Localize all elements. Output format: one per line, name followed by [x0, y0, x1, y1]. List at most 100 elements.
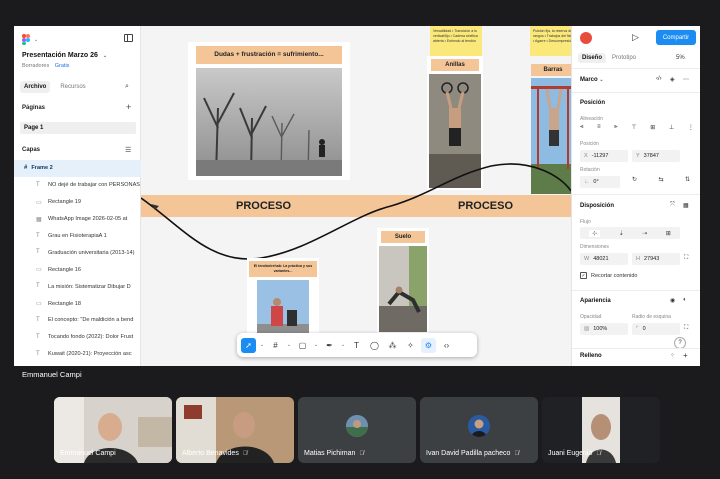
text-tool-button[interactable]: T [349, 338, 364, 353]
tab-file[interactable]: Archivo [20, 81, 51, 93]
add-fill-icon[interactable]: + [683, 351, 688, 360]
flow-freeform-icon[interactable]: ⊹ [589, 229, 601, 237]
document-title[interactable]: Presentación Marzo 26 ⌄ [22, 52, 107, 59]
align-center-h-icon[interactable]: ≡ [597, 124, 601, 134]
tab-prototype[interactable]: Prototipo [612, 55, 636, 61]
participant-tile[interactable]: Ivan David Padilla pacheco 🎙̸ [420, 397, 538, 463]
tab-assets[interactable]: Recursos [56, 81, 89, 93]
pen-tool-button[interactable]: ✒ [322, 338, 337, 353]
eye-icon[interactable]: ◉ [670, 297, 675, 304]
participant-tile[interactable]: Matias Pichiman 🎙̸ [298, 397, 416, 463]
layer-item[interactable]: # Frame 2 [14, 160, 141, 177]
clip-content-row[interactable]: ✓ Recortar contenido [580, 272, 637, 279]
figma-logo-icon [22, 34, 30, 45]
grid-layout-icon[interactable]: ▦ [683, 202, 689, 209]
layer-item[interactable]: ▦ WhatsApp Image 2026-02-05 at [14, 211, 141, 228]
slide-card-floor[interactable]: Suelo [377, 228, 429, 334]
rotation-field[interactable]: ∟ 0° [580, 176, 620, 188]
layer-item[interactable]: T Kuwait (2020-21): Proyección asc [14, 346, 141, 363]
width-field[interactable]: W 48021 [580, 253, 628, 265]
auto-layout-icon[interactable]: ⤧ [670, 202, 675, 209]
checkbox-checked-icon[interactable]: ✓ [580, 272, 587, 279]
move-tool-button[interactable]: ➚ [241, 337, 256, 353]
constraints-icon[interactable]: ⛶ [684, 255, 688, 262]
user-avatar[interactable] [580, 32, 592, 44]
zoom-level[interactable]: 5% [676, 55, 685, 61]
rectangle-icon: ▢ [298, 340, 307, 350]
presenter-name: Emmanuel Campi [22, 370, 82, 379]
layers-list: # Frame 2 T NO dejé de trabajar con PERSON… [14, 160, 141, 363]
pen-icon: ✒ [326, 340, 333, 350]
corner-radius-field[interactable]: ⌜ 0 [632, 323, 680, 335]
frame-tool-button[interactable]: # [268, 338, 283, 353]
chevron-down-icon[interactable]: ⌄ [313, 338, 319, 353]
element-name[interactable]: Marco ⌄ [580, 77, 604, 83]
more-icon[interactable]: ⋯ [683, 76, 689, 83]
align-center-v-icon[interactable]: ⊞ [650, 124, 655, 134]
actions-tool-button[interactable]: ⁂ [385, 338, 400, 353]
styles-icon[interactable]: ⁘ [670, 352, 675, 359]
dev-mode-button[interactable]: ‹› [439, 338, 454, 353]
x-position-field[interactable]: X -11297 [580, 150, 628, 162]
comment-tool-button[interactable]: ◯ [367, 338, 382, 353]
participant-name: Ivan David Padilla pacheco 🎙̸ [426, 450, 519, 457]
layer-item[interactable]: ▭ Rectangle 18 [14, 295, 141, 312]
main-menu[interactable]: ⌄ [22, 34, 38, 45]
participant-tile[interactable]: Emmanuel Campi [54, 397, 172, 463]
drafts-label[interactable]: Borradores [22, 63, 49, 69]
align-right-icon[interactable]: ⫸ [614, 124, 617, 134]
rotation-value: 0° [593, 179, 599, 185]
design-mode-button[interactable]: ⚙ [421, 337, 436, 353]
layer-label: WhatsApp Image 2026-02-05 at [48, 216, 128, 223]
ai-tool-button[interactable]: ✧ [403, 338, 418, 353]
flip-vertical-icon[interactable]: ⇅ [685, 176, 690, 188]
tab-design[interactable]: Diseño [578, 53, 607, 63]
flow-vertical-icon[interactable]: ⇣ [619, 230, 624, 237]
y-position-field[interactable]: Y 37847 [632, 150, 680, 162]
layer-item[interactable]: ▭ Rectangle 19 [14, 194, 141, 211]
distribute-icon[interactable]: ⋮ [688, 124, 694, 134]
flow-horizontal-icon[interactable]: ⇢ [642, 230, 647, 237]
flow-grid-icon[interactable]: ⊞ [666, 230, 671, 237]
chevron-down-icon[interactable]: ⌄ [286, 338, 292, 353]
align-top-icon[interactable]: ⊤ [631, 124, 636, 134]
play-icon[interactable]: ▷ [632, 32, 639, 43]
card-label: El tendón/rehab: La práctica y sus varia… [249, 261, 317, 277]
align-bottom-icon[interactable]: ⊥ [669, 124, 674, 134]
opacity-field[interactable]: ▧ 100% [580, 323, 628, 335]
chevron-down-icon[interactable]: ⌄ [259, 338, 265, 353]
layer-item[interactable]: T Graduación universitaria (2013-14) [14, 244, 141, 261]
add-page-icon[interactable]: + [126, 102, 131, 112]
layers-options-icon[interactable]: ☰ [125, 146, 131, 154]
participant-name-text: Emmanuel Campi [60, 450, 116, 457]
layer-item[interactable]: T El concepto: "De maldición a bend [14, 312, 141, 329]
rectangle-tool-button[interactable]: ▢ [295, 338, 310, 353]
design-canvas[interactable]: Dudas + frustración = sufrimiento... Ver… [141, 26, 571, 366]
layer-item[interactable]: T Tocando fondo (2022): Dolor Frust [14, 329, 141, 346]
participant-tile[interactable]: Alberto Benavides 🎙̸ [176, 397, 294, 463]
floor-training-photo [379, 246, 427, 332]
layer-item[interactable]: T Grau en FisioterapiaA 1 [14, 228, 141, 245]
chevron-down-icon[interactable]: ⌄ [340, 338, 346, 353]
layer-item[interactable]: T NO dejé de trabajar con PERSONAS [14, 177, 141, 194]
rotate-icon[interactable]: ↻ [632, 176, 637, 188]
layer-label: Rectangle 18 [48, 300, 81, 307]
search-icon[interactable]: ⌕ [125, 83, 129, 91]
text-icon: T [36, 249, 40, 256]
toggle-sidebar-icon[interactable] [124, 34, 133, 42]
height-field[interactable]: H 27943 [632, 253, 680, 265]
share-button[interactable]: Compartir [656, 30, 696, 45]
layer-item[interactable]: ▭ Rectangle 16 [14, 261, 141, 278]
independent-corners-icon[interactable]: ⛶ [684, 325, 688, 332]
participant-tile[interactable]: Juani Eugenio 🎙̸ [542, 397, 660, 463]
code-icon[interactable]: ‹/› [656, 76, 662, 82]
component-icon[interactable]: ◈ [670, 76, 675, 83]
layer-item[interactable]: T La misión: Sistematizar Dibujar D [14, 278, 141, 295]
page-item-1[interactable]: Page 1 [20, 122, 136, 134]
drop-icon[interactable]: ◐ [683, 297, 687, 303]
align-left-icon[interactable]: ⫷ [580, 124, 583, 134]
layer-label: Kuwait (2020-21): Proyección asc [48, 351, 132, 358]
flip-horizontal-icon[interactable]: ⇆ [658, 176, 663, 188]
height-label: H [636, 256, 640, 262]
position-heading: Posición [580, 100, 606, 106]
